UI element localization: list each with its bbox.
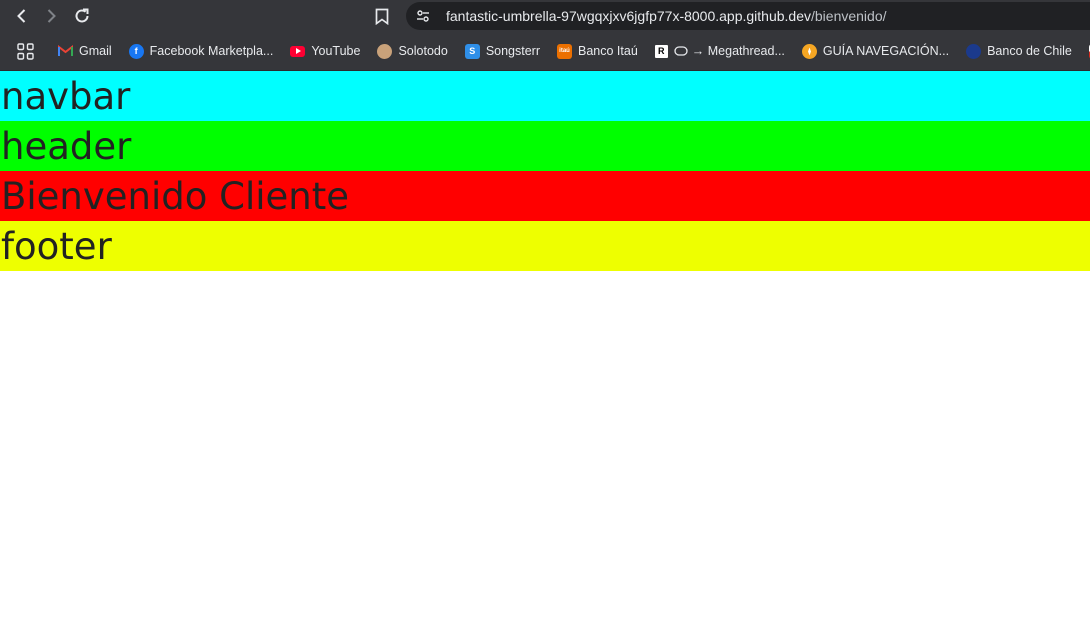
compass-icon bbox=[801, 43, 817, 59]
facebook-icon: f bbox=[128, 43, 144, 59]
bookmark-icon bbox=[375, 8, 389, 25]
bookmark-solotodo[interactable]: Solotodo bbox=[377, 43, 448, 59]
footer-text: footer bbox=[1, 225, 112, 268]
megathread-icon: R bbox=[654, 44, 668, 58]
welcome-text: Bienvenido Cliente bbox=[1, 175, 350, 218]
youtube-icon bbox=[290, 45, 306, 57]
bookmark-label: GUÍA NAVEGACIÓN... bbox=[822, 44, 950, 58]
footer-section: footer bbox=[0, 221, 1090, 271]
site-settings-icon[interactable] bbox=[414, 7, 432, 25]
back-button[interactable] bbox=[10, 4, 34, 28]
header-text: header bbox=[1, 125, 132, 168]
apps-grid-icon[interactable] bbox=[17, 42, 34, 60]
bookmarks-bar: Gmail f Facebook Marketpla... YouTube So… bbox=[0, 32, 1090, 71]
bookmark-youtube[interactable]: YouTube bbox=[290, 44, 360, 58]
bookmark-songsterr[interactable]: S Songsterr bbox=[464, 43, 541, 59]
bookmark-label: → Megathread... bbox=[691, 44, 785, 58]
forward-button[interactable] bbox=[39, 4, 63, 28]
bookmark-itau[interactable]: itaú Banco Itaú bbox=[557, 43, 638, 59]
back-arrow-icon bbox=[17, 9, 26, 23]
bookmark-label: Facebook Marketpla... bbox=[149, 44, 274, 58]
bookmark-label: Gmail bbox=[79, 44, 112, 58]
reload-button[interactable] bbox=[70, 4, 94, 28]
bookmark-label: Solotodo bbox=[398, 44, 448, 58]
bookmark-label: Banco de Chile bbox=[987, 44, 1072, 58]
bookmark-gmail[interactable]: Gmail bbox=[58, 44, 112, 59]
itau-icon: itaú bbox=[557, 43, 573, 59]
banco-chile-icon bbox=[966, 43, 982, 59]
url-path: /bienvenido/ bbox=[811, 8, 887, 24]
navbar-section: navbar bbox=[0, 71, 1090, 121]
forward-arrow-icon bbox=[47, 9, 56, 23]
browser-toolbar: fantastic-umbrella-97wgqxjxv6jgfp77x-800… bbox=[0, 0, 1090, 32]
songsterr-icon: S bbox=[464, 43, 480, 59]
header-section: header bbox=[0, 121, 1090, 171]
bookmark-megathread[interactable]: R → Megathread... bbox=[654, 44, 785, 59]
bookmark-guia-navegacion[interactable]: GUÍA NAVEGACIÓN... bbox=[801, 43, 950, 59]
bookmark-label: YouTube bbox=[311, 44, 361, 58]
bookmark-banco-chile[interactable]: Banco de Chile bbox=[966, 43, 1072, 59]
solotodo-icon bbox=[377, 43, 393, 59]
bookmark-label: Banco Itaú bbox=[578, 44, 638, 58]
url-text[interactable]: fantastic-umbrella-97wgqxjxv6jgfp77x-800… bbox=[446, 8, 887, 24]
bookmark-label: Songsterr bbox=[485, 44, 541, 58]
reload-icon bbox=[75, 8, 89, 23]
url-host: fantastic-umbrella-97wgqxjxv6jgfp77x-800… bbox=[446, 8, 811, 24]
gmail-icon bbox=[58, 44, 73, 59]
bookmark-page-button[interactable] bbox=[371, 5, 393, 27]
gamepad-icon bbox=[674, 44, 688, 59]
navbar-text: navbar bbox=[1, 75, 131, 118]
bookmark-facebook[interactable]: f Facebook Marketpla... bbox=[128, 43, 274, 59]
main-section: Bienvenido Cliente bbox=[0, 171, 1090, 221]
address-bar[interactable]: fantastic-umbrella-97wgqxjxv6jgfp77x-800… bbox=[406, 2, 1090, 30]
